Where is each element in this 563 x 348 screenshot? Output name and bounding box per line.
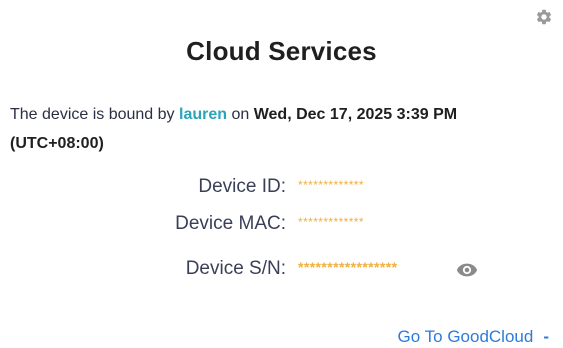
gear-icon[interactable] xyxy=(535,8,553,26)
device-mac-row: Device MAC: ************* xyxy=(0,213,563,237)
bound-user-link[interactable]: lauren xyxy=(179,106,227,123)
cloud-services-panel: Cloud Services The device is bound by la… xyxy=(0,0,563,348)
binding-prefix: The device is bound by xyxy=(10,106,175,123)
device-mac-value: ************* xyxy=(298,215,364,229)
go-to-goodcloud-label: Go To GoodCloud xyxy=(397,327,534,346)
binding-on: on xyxy=(231,106,250,123)
binding-info: The device is bound by lauren on Wed, De… xyxy=(10,100,558,158)
device-sn-label: Device S/N: xyxy=(185,258,286,279)
go-to-goodcloud-link[interactable]: Go To GoodCloud - xyxy=(398,327,549,347)
device-id-row: Device ID: ************* xyxy=(0,176,563,200)
device-sn-value: ***************** xyxy=(298,259,398,275)
device-mac-label: Device MAC: xyxy=(175,213,286,234)
binding-datetime: Wed, Dec 17, 2025 3:39 PM xyxy=(253,106,458,123)
device-id-value: ************* xyxy=(298,178,364,192)
device-id-label: Device ID: xyxy=(198,176,286,197)
dash-icon: - xyxy=(543,327,549,346)
device-sn-row: Device S/N: ***************** xyxy=(0,258,563,282)
eye-icon[interactable] xyxy=(456,259,478,281)
page-title: Cloud Services xyxy=(186,36,377,66)
binding-timezone: (UTC+08:00) xyxy=(10,135,104,152)
